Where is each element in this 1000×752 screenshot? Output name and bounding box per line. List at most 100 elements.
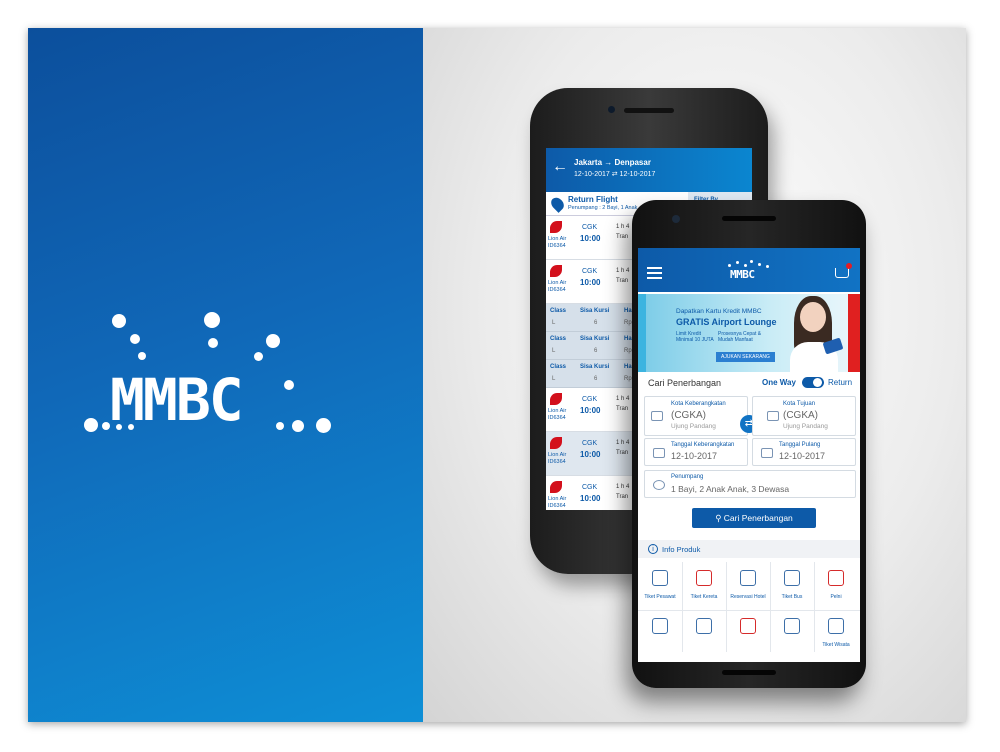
product-insurance[interactable] [728,614,768,658]
passenger-value: 1 Bayi, 2 Anak Anak, 3 Dewasa [671,484,790,494]
logo-dot [130,334,140,344]
promo-banner[interactable]: Dapatkan Kartu Kredit MMBC GRATIS Airpor… [646,294,852,372]
product-tiket-pesawat[interactable]: Tiket Pesawat [640,566,680,610]
product-label: Pelni [830,594,842,600]
banner-next-edge [848,294,860,372]
origin-city: Ujung Pandang [671,423,716,430]
passenger-field[interactable]: Penumpang 1 Bayi, 2 Anak Anak, 3 Dewasa [644,470,856,498]
airport-code: CGK [582,224,598,231]
transfer-icon [696,618,712,634]
logo-dot [112,314,126,328]
origin-label: Kota Keberangkatan [671,401,726,407]
cart-icon[interactable] [835,268,849,278]
departure-time: 10:00 [580,234,601,243]
product-label: Tiket Kereta [690,594,718,600]
info-icon: i [648,544,658,554]
product-label: Tiket Wisata [822,642,850,648]
front-camera [672,215,680,223]
passenger-icon [653,480,665,490]
one-way-label[interactable]: One Way [762,378,796,387]
departure-time: 10:00 [580,278,601,287]
logo-dot [266,334,280,348]
product-tiket-bus[interactable]: Tiket Bus [772,566,812,610]
seats-header: Sisa Kursi [580,364,610,370]
duration: 1 h 4 [616,440,630,446]
front-phone: MMBC Dapatkan Kartu Kredit MMBC GRATIS A… [632,200,866,688]
logo-dot [84,418,98,432]
seats-header: Sisa Kursi [580,308,610,314]
seats-value: 6 [594,320,598,326]
bus-icon [784,570,800,586]
class-value: L [552,348,556,354]
return-date-label: Tanggal Pulang [779,442,821,448]
destination-field[interactable]: Kota Tujuan (CGKA) Ujung Pandang [752,396,856,436]
grid-divider [770,562,771,652]
duration: 1 h 4 [616,396,630,402]
destination-city: Ujung Pandang [783,423,828,430]
product-tiket-wisata[interactable]: Tiket Wisata [816,614,856,658]
app-header: MMBC [638,248,860,292]
logo-dot [316,418,331,433]
class-header: Class [550,308,567,314]
logo-dot [284,380,294,390]
product-transfer[interactable] [684,614,724,658]
price-value: Rp [624,348,632,354]
search-flights-button[interactable]: ⚲ Cari Penerbangan [692,508,816,528]
airport-code: CGK [582,484,598,491]
section-title: Return Flight [568,195,618,204]
return-date-field[interactable]: Tanggal Pulang 12-10-2017 [752,438,856,466]
departure-time: 10:00 [580,450,601,459]
departure-date-field[interactable]: Tanggal Keberangkatan 12-10-2017 [644,438,748,466]
class-value: L [552,320,556,326]
app-logo: MMBC [730,268,755,281]
product-label: Reservasi Hotel [730,594,766,600]
transit: Tran [616,450,629,456]
destination-code: (CGKA) [783,410,818,421]
banner-prev-edge [638,294,646,372]
page-canvas: MMBC ← Jakarta → Denpasar 12-10-2017 ⇄ 1… [0,0,1000,752]
route-dates: 12-10-2017 ⇄ 12-10-2017 [574,171,656,178]
departure-time: 10:00 [580,406,601,415]
landing-icon [767,411,779,421]
grid-divider [814,562,815,652]
product-tiket-kereta[interactable]: Tiket Kereta [684,566,724,610]
logo-dot [254,352,263,361]
airline-name: Lion Air ID6364 [548,236,567,249]
product-label: Tiket Pesawat [644,594,676,600]
banner-apply-button[interactable]: AJUKAN SEKARANG [716,352,775,362]
transit: Tran [616,406,629,412]
airline-name: Lion Air ID6364 [548,280,567,293]
plane-icon [652,570,668,586]
price-header: Ha [624,308,632,314]
brand-panel: MMBC [28,28,423,722]
price-value: Rp [624,376,632,382]
route-title: Jakarta → Denpasar [574,158,651,167]
banner-line1: Dapatkan Kartu Kredit MMBC [676,308,762,315]
logo-dot [102,422,110,430]
hamburger-menu-icon[interactable] [647,267,662,282]
grid-divider [726,562,727,652]
flight-search-screen: MMBC Dapatkan Kartu Kredit MMBC GRATIS A… [638,248,860,662]
product-mobile[interactable] [772,614,812,658]
airline-name: Lion Air ID6364 [548,496,567,509]
passenger-summary: Penumpang : 2 Bayi, 1 Anak [568,205,638,211]
calendar-icon [653,448,665,458]
destination-label: Kota Tujuan [783,401,816,407]
logo-dot [204,312,220,328]
trip-type-toggle[interactable] [802,377,824,388]
hotel-icon [740,570,756,586]
product-cinema[interactable] [640,614,680,658]
origin-field[interactable]: Kota Keberangkatan (CGKA) Ujung Pandang [644,396,748,436]
lion-air-logo-icon [550,221,562,233]
airline-name: Lion Air ID6364 [548,408,567,421]
banner-line4: Prosesnya Cepat & Mudah Manfaat [718,331,762,343]
airport-code: CGK [582,440,598,447]
train-icon [696,570,712,586]
speaker [624,108,674,113]
product-pelni[interactable]: Pelni [816,566,856,610]
product-reservasi-hotel[interactable]: Reservasi Hotel [728,566,768,610]
info-product-bar: i Info Produk [638,540,860,558]
mobile-icon [784,618,800,634]
back-arrow-icon[interactable]: ← [552,158,568,176]
return-label[interactable]: Return [828,378,852,387]
